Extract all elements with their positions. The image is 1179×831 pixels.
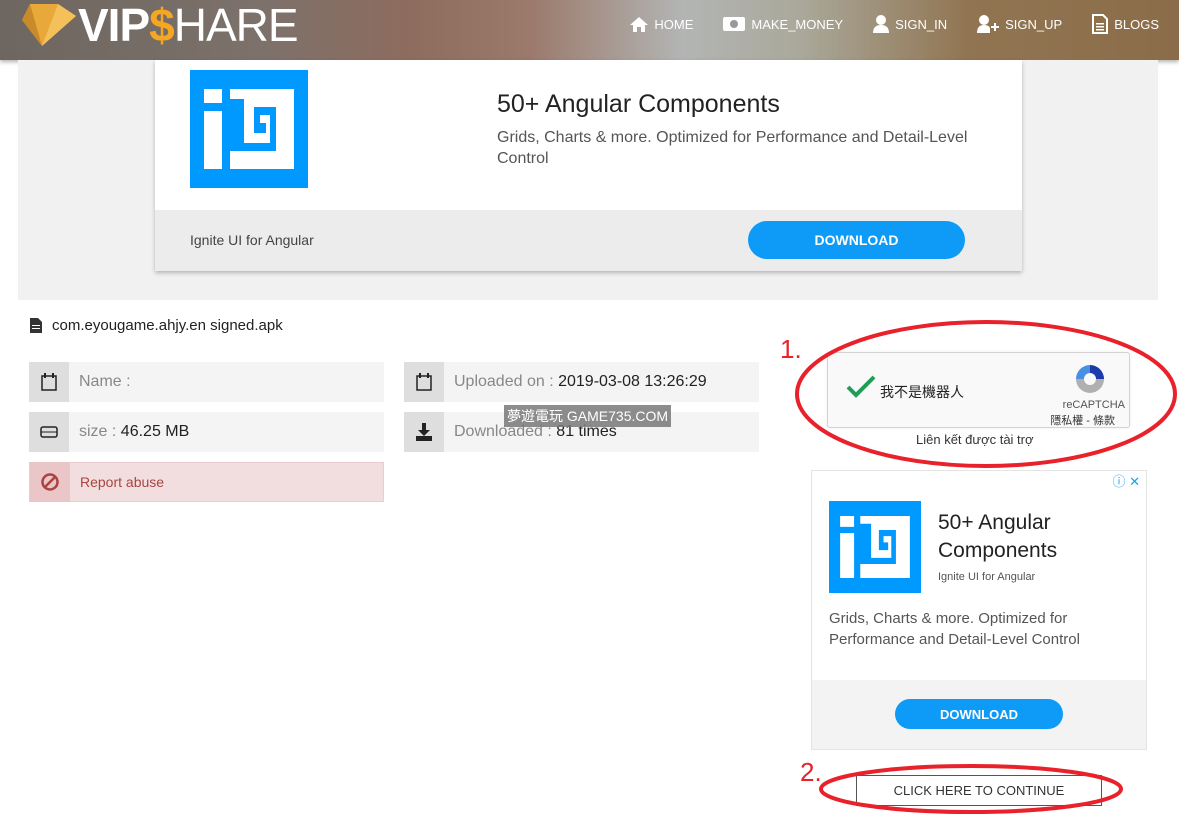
- recaptcha-links[interactable]: 隱私權 - 條款: [1050, 412, 1115, 428]
- report-abuse-button[interactable]: Report abuse: [29, 462, 384, 502]
- sponsored-label: Liên kết được tài trợ: [916, 432, 1034, 447]
- ignite-logo: [829, 501, 921, 593]
- home-icon: [630, 16, 649, 32]
- calendar-icon: [29, 362, 69, 402]
- file-name: com.eyougame.ahjy.en signed.apk: [30, 317, 283, 334]
- nav-sign-up[interactable]: SIGN_UP: [977, 14, 1062, 34]
- ad-title: 50+ Angular Components: [497, 90, 780, 118]
- ban-icon: [30, 462, 70, 502]
- recaptcha-brand: reCAPTCHA: [1062, 399, 1125, 411]
- side-ad-footer: DOWNLOAD: [812, 680, 1146, 749]
- nav-label: BLOGS: [1114, 16, 1159, 32]
- side-ad-download-button[interactable]: DOWNLOAD: [895, 699, 1063, 729]
- size-value: 46.25 MB: [120, 423, 190, 440]
- name-label: Name :: [79, 373, 131, 390]
- annotation-step-2: 2.: [800, 757, 822, 787]
- uploaded-value: 2019-03-08 13:26:29: [558, 373, 707, 390]
- info-uploaded: Uploaded on : 2019-03-08 13:26:29: [404, 362, 759, 402]
- top-ad-card[interactable]: 50+ Angular Components Grids, Charts & m…: [155, 60, 1022, 271]
- nav-label: MAKE_MONEY: [751, 16, 844, 32]
- adchoices-close-icon[interactable]: ⓘ ✕: [1112, 471, 1140, 490]
- annotation-step-1: 1.: [780, 334, 802, 364]
- ignite-logo: [190, 70, 308, 188]
- side-ad-brand: Ignite UI for Angular: [938, 571, 1036, 583]
- nav-home[interactable]: HOME: [630, 14, 693, 34]
- diamond-icon: [22, 4, 76, 46]
- report-label: Report abuse: [80, 474, 165, 490]
- checkmark-icon: [846, 375, 876, 398]
- recaptcha-widget[interactable]: 我不是機器人 reCAPTCHA 隱私權 - 條款: [827, 352, 1130, 428]
- nav-label: SIGN_IN: [895, 16, 948, 32]
- watermark: 夢遊電玩 GAME735.COM: [504, 405, 672, 427]
- hard-drive-icon: [29, 412, 69, 452]
- site-header: VIP$HARE HOME MAKE_MONEY SIGN_IN SIGN_UP…: [0, 0, 1179, 60]
- money-icon: [723, 17, 746, 31]
- continue-button[interactable]: CLICK HERE TO CONTINUE: [856, 775, 1102, 806]
- captcha-label: 我不是機器人: [880, 384, 964, 400]
- nav-blogs[interactable]: BLOGS: [1092, 14, 1159, 34]
- info-size: size : 46.25 MB: [29, 412, 384, 452]
- user-plus-icon: [977, 15, 1000, 33]
- side-ad-card[interactable]: ⓘ ✕ 50+ Angular Components Ignite UI for…: [811, 470, 1147, 750]
- info-name: Name :: [29, 362, 384, 402]
- logo-text: VIP$HARE: [78, 0, 299, 51]
- nav-sign-in[interactable]: SIGN_IN: [873, 14, 947, 34]
- recaptcha-logo-icon: [1076, 365, 1104, 393]
- ad-download-button[interactable]: DOWNLOAD: [748, 221, 965, 259]
- main-nav: HOME MAKE_MONEY SIGN_IN SIGN_UP BLOGS: [630, 14, 1159, 34]
- size-label: size :: [79, 423, 117, 440]
- ad-description: Grids, Charts & more. Optimized for Perf…: [497, 129, 968, 167]
- side-ad-description: Grids, Charts & more. Optimized for Perf…: [829, 610, 1080, 648]
- file-icon: [30, 318, 42, 333]
- nav-label: HOME: [654, 16, 694, 32]
- site-logo[interactable]: VIP$HARE: [20, 0, 299, 51]
- ad-footer: Ignite UI for Angular DOWNLOAD: [155, 210, 1022, 271]
- nav-label: SIGN_UP: [1005, 16, 1063, 32]
- file-name-text: com.eyougame.ahjy.en signed.apk: [52, 317, 283, 334]
- download-icon: [404, 412, 444, 452]
- user-icon: [873, 15, 890, 33]
- side-ad-title: 50+ Angular Components: [938, 511, 1058, 562]
- document-icon: [1092, 14, 1109, 34]
- nav-make-money[interactable]: MAKE_MONEY: [723, 14, 843, 34]
- ad-brand: Ignite UI for Angular: [190, 232, 314, 248]
- uploaded-label: Uploaded on :: [454, 373, 554, 390]
- calendar-icon: [404, 362, 444, 402]
